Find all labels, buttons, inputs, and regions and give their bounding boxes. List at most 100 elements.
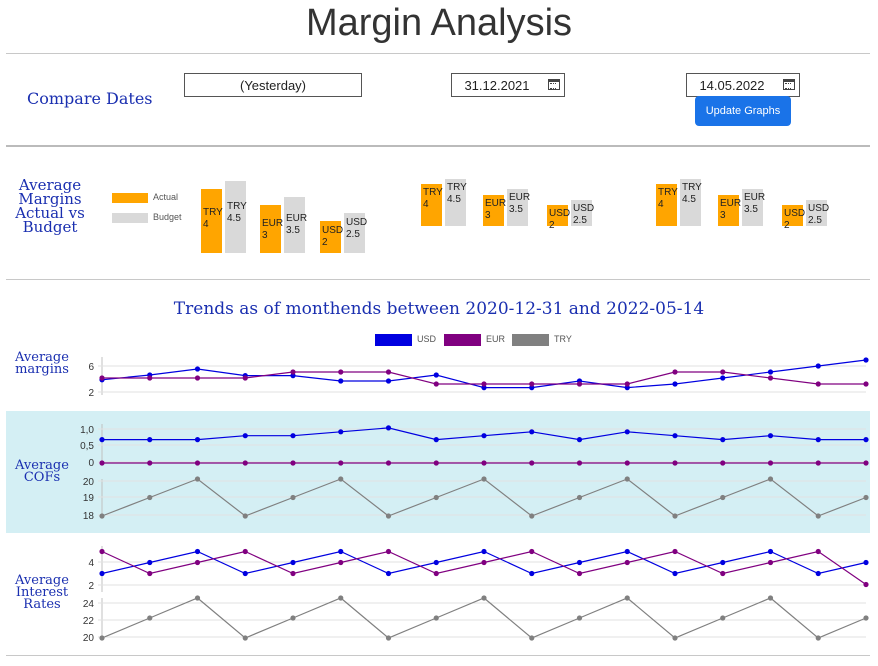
data-point-usd xyxy=(767,433,774,439)
data-point-try xyxy=(863,615,869,621)
data-point-usd xyxy=(767,548,774,555)
data-point-usd xyxy=(481,548,487,555)
y-tick-label: 20 xyxy=(83,633,95,644)
data-point-eur xyxy=(576,570,583,577)
data-point-try xyxy=(672,635,678,641)
data-point-try xyxy=(720,494,726,501)
data-point-eur xyxy=(863,581,869,588)
data-point-try xyxy=(863,494,869,501)
data-point-eur xyxy=(385,548,392,555)
data-point-usd xyxy=(672,570,678,577)
data-point-try xyxy=(529,513,535,519)
data-point-eur xyxy=(242,375,248,381)
data-point-usd xyxy=(433,559,439,566)
y-tick-label: 0 xyxy=(88,458,94,469)
data-point-usd xyxy=(815,437,821,443)
data-point-eur xyxy=(385,369,392,375)
data-point-eur xyxy=(194,375,201,381)
data-point-eur xyxy=(99,375,105,381)
data-point-usd xyxy=(433,437,439,443)
data-point-eur xyxy=(624,559,630,566)
data-point-eur xyxy=(720,369,726,375)
data-point-eur xyxy=(433,381,439,387)
data-point-usd xyxy=(338,429,344,435)
data-point-usd xyxy=(863,437,869,443)
data-point-eur xyxy=(338,369,344,375)
data-point-try xyxy=(481,476,487,482)
data-point-eur xyxy=(624,381,630,387)
data-point-try xyxy=(529,635,535,641)
data-point-eur xyxy=(720,460,726,466)
data-point-usd xyxy=(338,378,344,384)
y-tick-label: 1,0 xyxy=(80,425,94,436)
data-point-eur xyxy=(529,381,535,387)
data-point-eur xyxy=(767,460,774,466)
data-point-eur xyxy=(290,369,296,375)
data-point-try xyxy=(815,513,821,519)
data-point-eur xyxy=(194,559,201,566)
data-point-try xyxy=(338,595,344,601)
y-tick-label: 18 xyxy=(83,511,95,522)
data-point-try xyxy=(385,513,392,519)
data-point-eur xyxy=(481,381,487,387)
data-point-eur xyxy=(767,375,774,381)
data-point-try xyxy=(815,635,821,641)
data-point-eur xyxy=(194,460,201,466)
trend-charts: 6 2 1,0 0,5 0 20 19 18 4 2 24 22 20 xyxy=(80,357,869,644)
data-point-usd xyxy=(290,559,296,566)
data-point-usd xyxy=(338,548,344,555)
data-point-eur xyxy=(672,460,678,466)
data-point-usd xyxy=(815,570,821,577)
data-point-try xyxy=(194,595,201,601)
data-point-try xyxy=(290,615,296,621)
data-point-usd xyxy=(863,559,869,566)
data-point-usd xyxy=(147,559,153,566)
data-point-usd xyxy=(433,372,439,378)
data-point-try xyxy=(672,513,678,519)
data-point-usd xyxy=(576,437,583,443)
data-point-try xyxy=(99,635,105,641)
data-point-usd xyxy=(385,570,392,577)
data-point-eur xyxy=(147,570,153,577)
data-point-eur xyxy=(863,460,869,466)
data-point-eur xyxy=(385,460,392,466)
data-point-try xyxy=(720,615,726,621)
data-point-eur xyxy=(147,375,153,381)
data-point-usd xyxy=(194,366,201,372)
data-point-try xyxy=(290,494,296,501)
data-point-usd xyxy=(481,433,487,439)
data-point-try xyxy=(576,494,583,501)
y-tick-label: 2 xyxy=(88,581,94,592)
data-point-eur xyxy=(529,548,535,555)
data-point-try xyxy=(767,595,774,601)
data-point-try xyxy=(433,615,439,621)
data-point-eur xyxy=(576,381,583,387)
data-point-eur xyxy=(290,570,296,577)
data-point-try xyxy=(576,615,583,621)
data-point-eur xyxy=(242,548,248,555)
data-point-usd xyxy=(529,429,535,435)
data-point-usd xyxy=(147,437,153,443)
data-point-eur xyxy=(242,460,248,466)
data-point-try xyxy=(242,513,248,519)
data-point-eur xyxy=(529,460,535,466)
data-point-usd xyxy=(720,559,726,566)
data-point-try xyxy=(481,595,487,601)
data-point-usd xyxy=(720,375,726,381)
data-point-eur xyxy=(815,381,821,387)
data-point-eur xyxy=(863,381,869,387)
data-point-usd xyxy=(767,369,774,375)
data-point-usd xyxy=(863,357,869,363)
data-point-usd xyxy=(194,548,201,555)
data-point-usd xyxy=(672,381,678,387)
data-point-try xyxy=(194,476,201,482)
data-point-usd xyxy=(624,548,630,555)
data-point-usd xyxy=(290,433,296,439)
data-point-usd xyxy=(815,363,821,369)
series-line-try xyxy=(101,597,867,639)
data-point-try xyxy=(624,476,630,482)
data-point-usd xyxy=(242,433,248,439)
data-point-eur xyxy=(433,460,439,466)
data-point-usd xyxy=(385,425,392,431)
y-tick-label: 20 xyxy=(83,477,95,488)
